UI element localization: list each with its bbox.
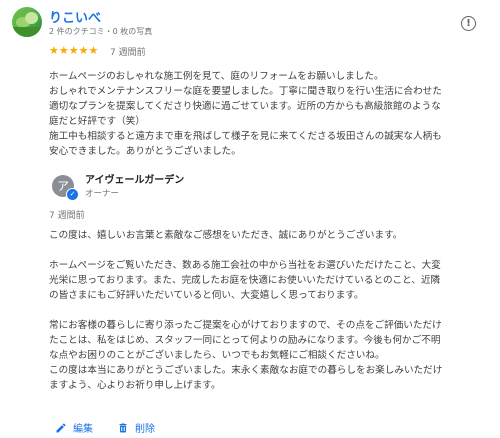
review-text: ホームページのおしゃれな施工例を見て、庭のリフォームをお願いしました。 おしゃれ… [49,71,442,157]
reply-text: この度は、嬉しいお言葉と素敵なご感想をいただき、誠にありがとうございます。 ホー… [49,230,443,391]
info-icon[interactable]: ! [461,16,476,31]
review-time: 7 週間前 [110,48,146,58]
reviewer-avatar[interactable] [12,7,42,37]
reviewer-meta: 2 件のクチコミ・0 枚の写真 [49,27,153,36]
delete-button[interactable]: 削除 [117,420,155,435]
edit-label: 編集 [73,424,93,435]
trash-icon [117,422,129,434]
edit-button[interactable]: 編集 [55,420,93,435]
owner-name: アイヴェールガーデン [85,175,185,186]
star-rating: ★★★★★ [49,44,99,57]
verified-check-icon: ✓ [66,188,79,201]
owner-role: オーナー [85,189,120,199]
pencil-icon [55,422,67,434]
delete-label: 削除 [135,424,155,435]
reply-time: 7 週間前 [49,211,85,221]
reviewer-name[interactable]: りこいべ [49,7,101,26]
